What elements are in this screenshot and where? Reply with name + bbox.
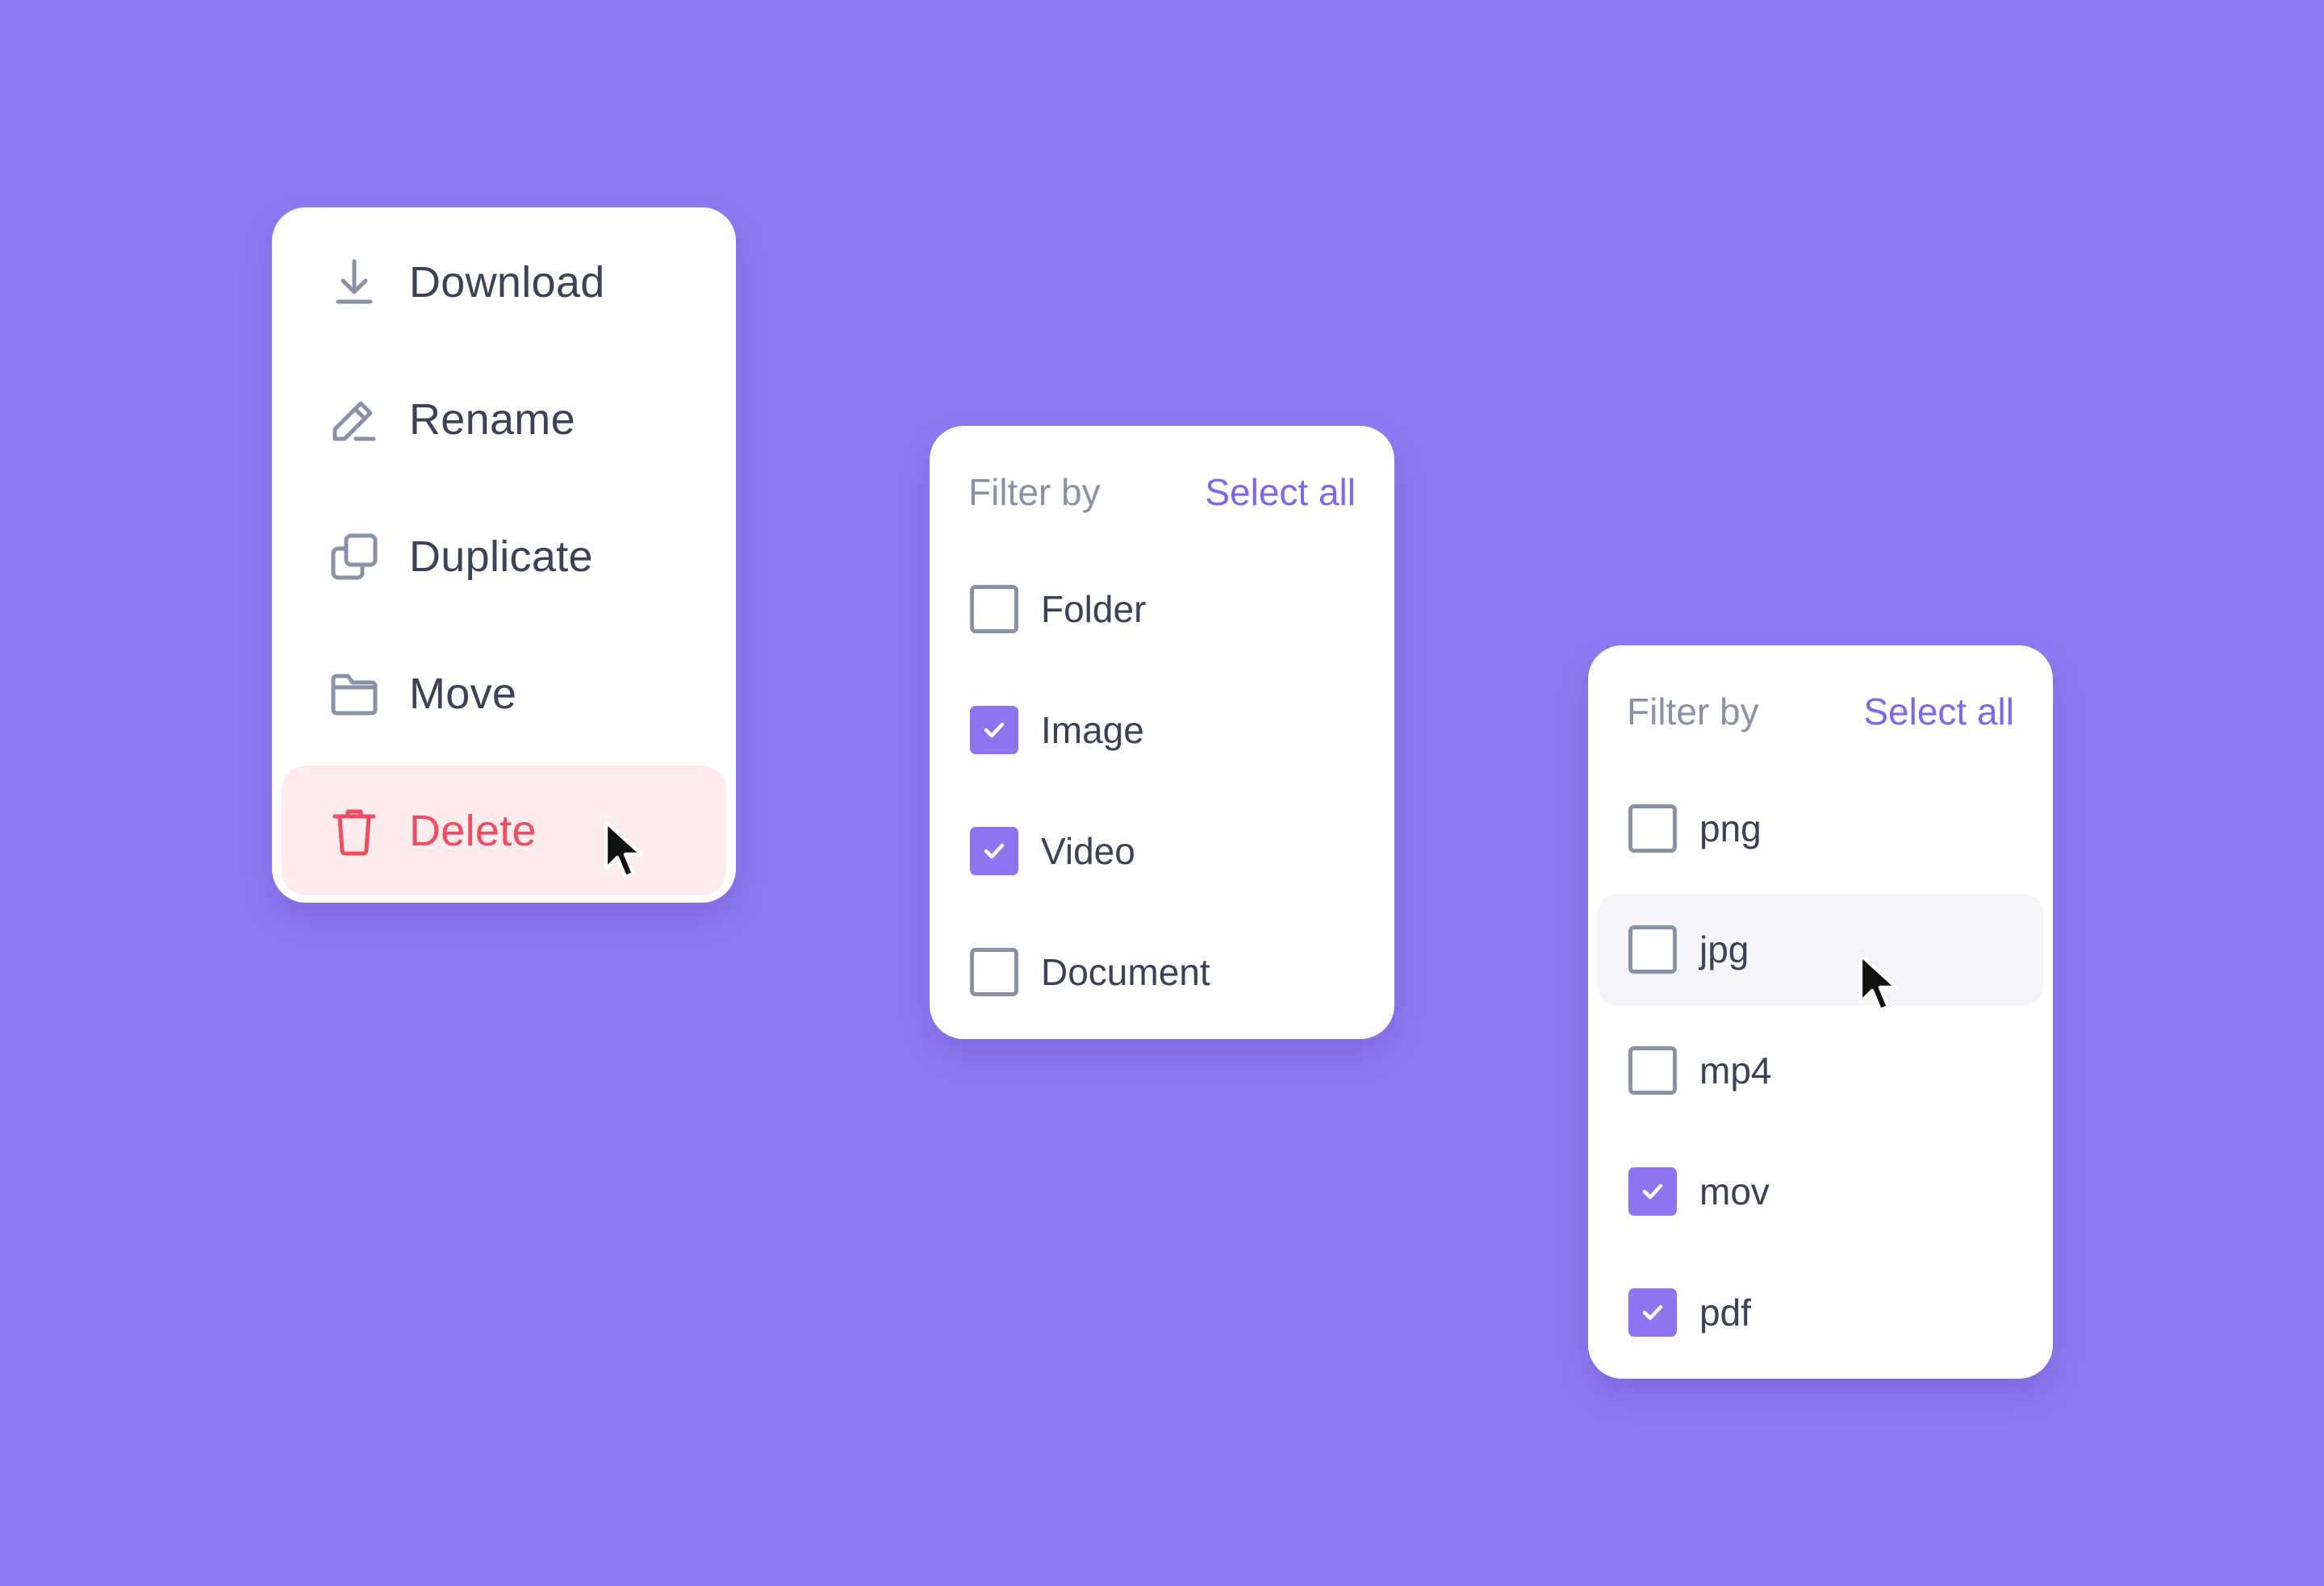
- folder-icon: [331, 674, 378, 715]
- select-all-link[interactable]: Select all: [1863, 690, 2014, 733]
- option-label: jpg: [1699, 929, 1749, 970]
- checkbox[interactable]: [970, 827, 1018, 875]
- filter-panel-extension: Filter by Select all png jpg mp4 mov pdf: [1588, 645, 2053, 1379]
- mouse-cursor-icon: [1858, 953, 1899, 1012]
- menu-item-move[interactable]: Move: [282, 628, 726, 758]
- option-label: Video: [1041, 830, 1135, 872]
- menu-item-duplicate[interactable]: Duplicate: [282, 491, 726, 621]
- option-label: Image: [1041, 709, 1144, 751]
- checkbox[interactable]: [970, 585, 1018, 633]
- checkbox[interactable]: [970, 706, 1018, 754]
- check-icon: [1642, 1304, 1663, 1321]
- duplicate-icon: [331, 533, 378, 579]
- filter-option-video[interactable]: Video: [939, 795, 1385, 907]
- filter-option-mp4[interactable]: mp4: [1598, 1015, 2043, 1126]
- filter-title: Filter by: [968, 471, 1101, 513]
- check-icon: [984, 843, 1005, 859]
- menu-item-download[interactable]: Download: [282, 217, 726, 347]
- filter-option-document[interactable]: Document: [939, 916, 1385, 1028]
- filter-options: Folder Image Video Document: [939, 553, 1385, 1037]
- menu-item-label: Rename: [409, 394, 575, 444]
- option-label: Document: [1041, 951, 1210, 993]
- mouse-cursor-icon: [604, 820, 644, 879]
- menu-item-label: Move: [409, 669, 517, 718]
- filter-header: Filter by Select all: [1588, 645, 2053, 774]
- filter-option-folder[interactable]: Folder: [939, 553, 1385, 665]
- option-label: png: [1699, 808, 1762, 849]
- menu-item-label: Duplicate: [409, 532, 593, 581]
- filter-panel-type: Filter by Select all Folder Image Video: [930, 426, 1394, 1039]
- checkbox[interactable]: [1628, 804, 1677, 853]
- option-label: pdf: [1699, 1292, 1751, 1333]
- filter-option-mov[interactable]: mov: [1598, 1136, 2043, 1247]
- filter-option-jpg[interactable]: jpg: [1598, 894, 2043, 1005]
- filter-header: Filter by Select all: [930, 426, 1394, 555]
- filter-option-png[interactable]: png: [1598, 773, 2043, 884]
- pencil-icon: [332, 401, 376, 440]
- menu-item-delete[interactable]: Delete: [282, 766, 726, 895]
- menu-item-label: Download: [409, 257, 605, 307]
- filter-option-pdf[interactable]: pdf: [1598, 1257, 2043, 1368]
- file-actions-menu: Download Rename Duplicate Move Delete: [272, 207, 736, 903]
- checkbox[interactable]: [1628, 1167, 1677, 1216]
- check-icon: [984, 722, 1005, 738]
- option-label: mp4: [1699, 1050, 1772, 1091]
- select-all-link[interactable]: Select all: [1205, 470, 1356, 514]
- option-label: mov: [1699, 1171, 1770, 1212]
- menu-item-label: Delete: [409, 806, 537, 855]
- filter-option-image[interactable]: Image: [939, 674, 1385, 786]
- checkbox[interactable]: [1628, 1288, 1677, 1337]
- trash-icon: [332, 809, 376, 855]
- filter-options: png jpg mp4 mov pdf: [1598, 773, 2043, 1378]
- menu-item-rename[interactable]: Rename: [282, 354, 726, 484]
- checkbox[interactable]: [970, 948, 1018, 996]
- checkbox[interactable]: [1628, 1046, 1677, 1095]
- option-label: Folder: [1041, 588, 1147, 630]
- check-icon: [1642, 1183, 1663, 1200]
- download-icon: [336, 259, 373, 303]
- checkbox[interactable]: [1628, 925, 1677, 974]
- filter-title: Filter by: [1627, 691, 1759, 732]
